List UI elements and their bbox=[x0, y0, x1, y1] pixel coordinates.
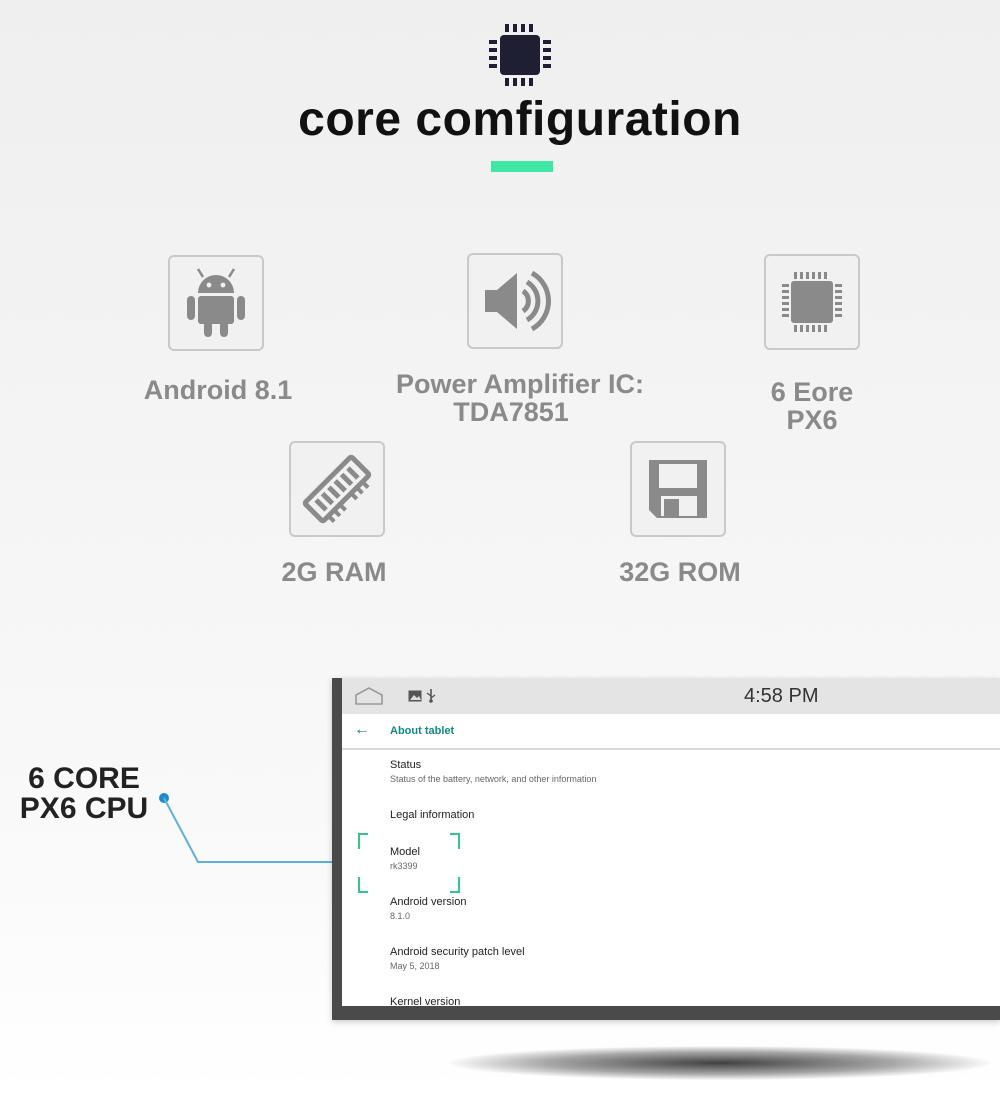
settings-item-security-patch-subtitle: May 5, 2018 bbox=[390, 961, 440, 971]
image-notification-icon bbox=[408, 690, 422, 702]
settings-item-android-version-title[interactable]: Android version bbox=[390, 896, 466, 908]
title-underline bbox=[491, 161, 553, 172]
feature-android-box bbox=[168, 255, 264, 351]
toolbar-title: About tablet bbox=[390, 725, 455, 737]
feature-ram-label: 2G RAM bbox=[281, 557, 387, 587]
ram-icon bbox=[302, 454, 372, 524]
focus-bracket-top-left bbox=[358, 833, 368, 849]
chip-icon bbox=[782, 272, 842, 332]
focus-bracket-bottom-right bbox=[450, 877, 460, 893]
speaker-icon bbox=[485, 270, 551, 332]
callout-connector-line bbox=[163, 797, 356, 863]
status-time: 4:58 PM bbox=[744, 685, 819, 707]
cpu-callout-line1: 6 CORE bbox=[28, 762, 140, 795]
feature-cpu-box bbox=[764, 254, 860, 350]
settings-item-android-version-subtitle: 8.1.0 bbox=[390, 911, 411, 921]
status-bar: 4:58 PM bbox=[342, 678, 1000, 714]
processor-chip-icon bbox=[489, 24, 551, 86]
feature-rom-box bbox=[630, 441, 726, 537]
feature-amplifier-label-line1: Power Amplifier IC: bbox=[395, 369, 645, 399]
settings-item-security-patch-title[interactable]: Android security patch level bbox=[390, 946, 525, 958]
settings-item-status-subtitle: Status of the battery, network, and othe… bbox=[390, 774, 597, 784]
settings-item-status-title[interactable]: Status bbox=[390, 759, 421, 771]
focus-bracket-bottom-left bbox=[358, 877, 368, 893]
feature-android-label: Android 8.1 bbox=[143, 375, 293, 405]
page-title: core comfiguration bbox=[298, 93, 742, 146]
settings-item-kernel-title[interactable]: Kernel version bbox=[390, 996, 460, 1006]
usb-icon bbox=[426, 689, 436, 703]
back-arrow-icon[interactable]: ← bbox=[354, 721, 370, 739]
feature-cpu-label-line2: PX6 bbox=[786, 405, 838, 435]
feature-cpu-label-line1: 6 Eore bbox=[770, 377, 854, 407]
feature-ram-box bbox=[289, 441, 385, 537]
settings-item-model-title[interactable]: Model bbox=[390, 846, 420, 858]
feature-amplifier-label-line2: TDA7851 bbox=[453, 397, 569, 427]
tablet-floor-shadow bbox=[450, 1046, 990, 1080]
settings-toolbar: ← About tablet bbox=[342, 714, 1000, 750]
cpu-callout-label: 6 CORE PX6 CPU bbox=[14, 764, 154, 824]
tablet-screen: 4:58 PM ← About tablet Status Status of … bbox=[342, 678, 1000, 1006]
home-icon[interactable] bbox=[354, 686, 384, 706]
floppy-disk-icon bbox=[649, 460, 707, 518]
android-icon bbox=[187, 268, 245, 337]
cpu-callout-line2: PX6 CPU bbox=[19, 792, 149, 825]
settings-item-model-subtitle: rk3399 bbox=[390, 861, 418, 871]
feature-amplifier-box bbox=[467, 253, 563, 349]
feature-rom-label: 32G ROM bbox=[619, 557, 741, 587]
focus-bracket-top-right bbox=[450, 833, 460, 849]
settings-item-legal-title[interactable]: Legal information bbox=[390, 809, 474, 821]
